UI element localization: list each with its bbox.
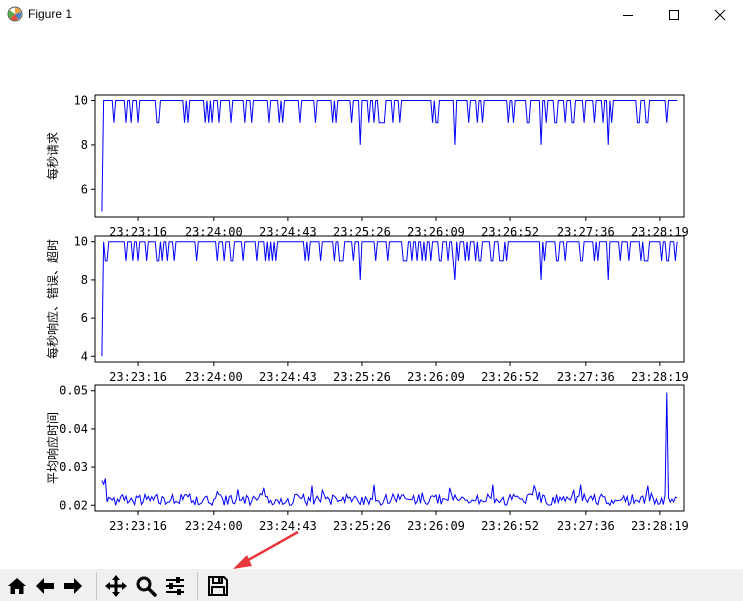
x-tick-label: 23:24:00: [185, 225, 243, 239]
pan-button[interactable]: [103, 573, 129, 599]
y-tick-label: 10: [74, 235, 88, 249]
y-axis-label: 每秒响应、错误、超时: [45, 239, 60, 359]
figure-canvas[interactable]: 6 8 10 23:23:16 23:24:00 23:24:43 23:25:26 23:2…: [0, 30, 743, 569]
maximize-button[interactable]: [651, 0, 697, 30]
subplot-3: 0.02 0.03 0.04 0.05 23:23:16 23:24:00 23:24:43…: [45, 384, 689, 533]
x-tick-label: 23:25:26: [333, 225, 391, 239]
move-icon: [105, 575, 127, 597]
y-tick-label: 6: [81, 182, 88, 196]
save-button[interactable]: [205, 573, 231, 599]
y-tick-label: 8: [81, 273, 88, 287]
zoom-button[interactable]: [133, 573, 159, 599]
x-tick-label: 23:27:36: [557, 370, 615, 384]
x-tick-label: 23:25:26: [333, 519, 391, 533]
window-title: Figure 1: [28, 7, 73, 21]
x-tick-label: 23:23:16: [109, 370, 167, 384]
x-tick-label: 23:24:43: [259, 370, 317, 384]
y-tick-label: 0.02: [59, 498, 88, 512]
series-line: [101, 392, 678, 507]
axes-frame: [94, 384, 685, 512]
y-tick-label: 0.05: [59, 384, 88, 398]
home-icon: [8, 578, 26, 594]
x-tick-label: 23:26:52: [481, 225, 539, 239]
magnifier-icon: [136, 576, 157, 597]
y-tick-label: 8: [81, 138, 88, 152]
x-tick-label: 23:24:00: [185, 370, 243, 384]
y-axis-label: 每秒请求: [45, 132, 60, 180]
toolbar-separator: [96, 572, 97, 600]
subplot-2: 4 6 8 10 23:23:16 23:24:00 23:24:43 23:25:26 23:…: [45, 235, 689, 384]
x-tick-label: 23:28:19: [631, 519, 689, 533]
y-tick-label: 4: [81, 349, 88, 363]
minimize-icon: [623, 15, 633, 16]
navigation-toolbar: [0, 569, 743, 601]
x-tick-label: 23:24:43: [259, 519, 317, 533]
x-tick-label: 23:26:09: [407, 519, 465, 533]
toolbar-separator: [197, 572, 198, 600]
y-axis-label: 平均响应时间: [45, 412, 60, 484]
x-tick-label: 23:26:52: [481, 370, 539, 384]
x-tick-label: 23:25:26: [333, 370, 391, 384]
series-line: [101, 241, 678, 357]
x-tick-label: 23:28:19: [631, 225, 689, 239]
home-button[interactable]: [4, 573, 30, 599]
series-line: [101, 100, 678, 212]
arrow-left-icon: [36, 578, 54, 594]
x-tick-label: 23:24:00: [185, 519, 243, 533]
x-tick-label: 23:26:09: [407, 225, 465, 239]
subplot-1: 6 8 10 23:23:16 23:24:00 23:24:43 23:25:26 23:2…: [45, 94, 689, 239]
window-titlebar: Figure 1: [0, 0, 743, 30]
x-tick-label: 23:23:16: [109, 225, 167, 239]
back-button[interactable]: [32, 573, 58, 599]
arrow-right-icon: [64, 578, 82, 594]
axes-frame: [94, 235, 685, 363]
minimize-button[interactable]: [605, 0, 651, 30]
x-tick-label: 23:27:36: [557, 225, 615, 239]
sliders-icon: [166, 577, 184, 595]
close-icon: [714, 9, 726, 21]
y-tick-label: 10: [74, 94, 88, 108]
matplotlib-logo-icon: [7, 6, 23, 22]
y-tick-label: 6: [81, 311, 88, 325]
close-button[interactable]: [697, 0, 743, 30]
x-tick-label: 23:24:43: [259, 225, 317, 239]
forward-button[interactable]: [60, 573, 86, 599]
y-tick-label: 0.04: [59, 422, 88, 436]
floppy-disk-icon: [208, 576, 228, 596]
configure-subplots-button[interactable]: [162, 573, 188, 599]
x-tick-label: 23:28:19: [631, 370, 689, 384]
x-tick-label: 23:23:16: [109, 519, 167, 533]
maximize-icon: [669, 10, 679, 20]
x-tick-label: 23:26:52: [481, 519, 539, 533]
x-tick-label: 23:26:09: [407, 370, 465, 384]
x-tick-label: 23:27:36: [557, 519, 615, 533]
y-tick-label: 0.03: [59, 460, 88, 474]
